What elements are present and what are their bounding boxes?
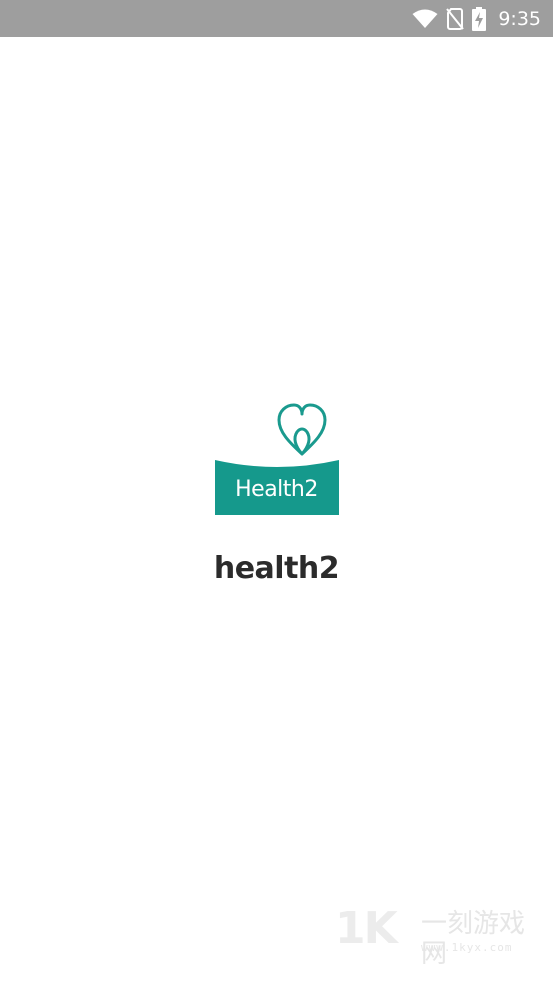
battery-charging-icon (472, 6, 487, 31)
splash-screen: 9:35 Health2 health2 1K 一刻游戏网 www.1kyx.c… (0, 0, 553, 983)
no-sim-icon (446, 7, 465, 30)
wifi-icon (412, 9, 438, 28)
watermark-mark: 1K (335, 903, 398, 954)
heart-icon (277, 403, 326, 456)
app-logo: Health2 (214, 398, 339, 516)
watermark-url: www.1kyx.com (421, 941, 513, 954)
app-name: health2 (213, 551, 340, 586)
status-bar: 9:35 (0, 0, 553, 37)
watermark-chinese: 一刻游戏网 (421, 909, 526, 969)
status-time: 9:35 (498, 7, 541, 30)
watermark: 1K 一刻游戏网 www.1kyx.com (335, 903, 549, 970)
splash-content: Health2 health2 (0, 398, 553, 586)
logo-text: Health2 (235, 477, 318, 502)
